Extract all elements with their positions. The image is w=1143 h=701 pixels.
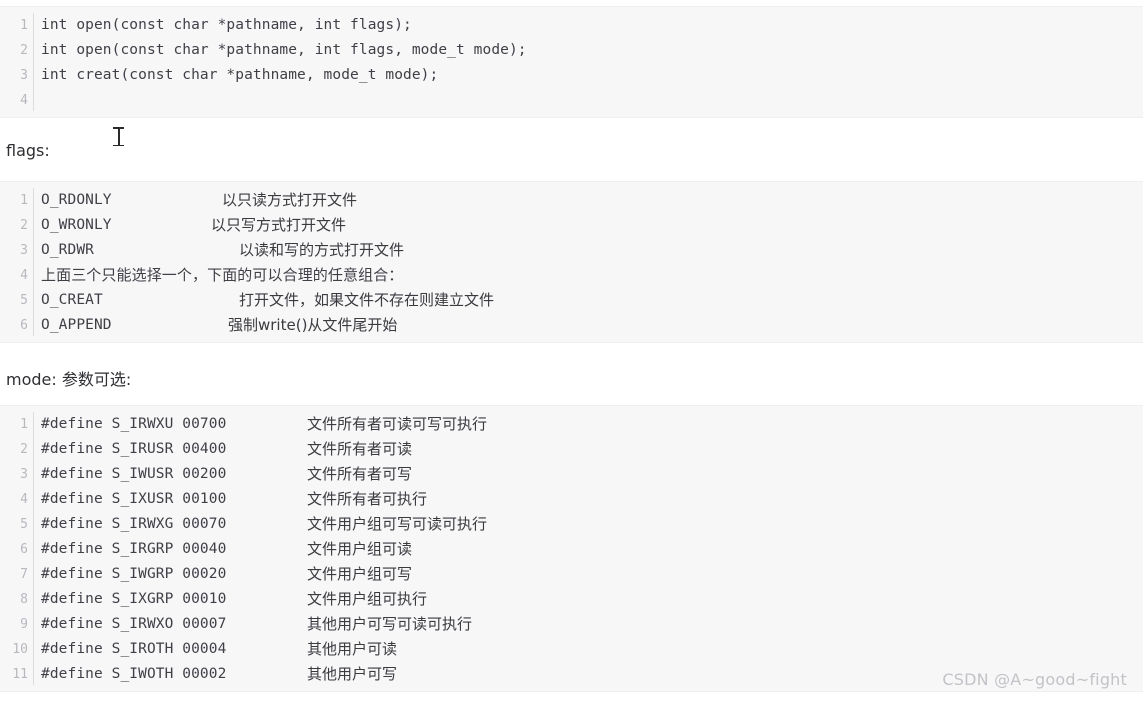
code-line: 5 #define S_IRWXG 00070 文件用户组可写可读可执行 [0,512,1143,537]
code-line: 6 O_APPEND 强制write()从文件尾开始 [0,313,1143,338]
code-line: 3 #define S_IWUSR 00200 文件所有者可写 [0,462,1143,487]
line-number: 3 [20,467,28,482]
code-line: 4 #define S_IXUSR 00100 文件所有者可执行 [0,487,1143,512]
code-text: #define S_IRWXG 00070 [41,516,227,532]
code-text: int open(const char *pathname, int flags… [41,17,412,33]
line-number: 2 [20,442,28,457]
code-description: 以只写方式打开文件 [211,216,347,234]
code-text: int open(const char *pathname, int flags… [41,42,527,58]
code-text: #define S_IXGRP 00010 [41,591,227,607]
code-text: O_WRONLY [41,217,112,233]
code-line: 2 int open(const char *pathname, int flag… [0,38,1143,63]
watermark: CSDN @A~good~fight [942,670,1127,689]
code-description: 文件所有者可写 [307,465,413,483]
line-number: 2 [20,43,28,58]
section-label-mode: mode: 参数可选: [6,370,132,389]
line-number: 5 [20,293,28,308]
line-number: 4 [20,492,28,507]
line-number: 1 [20,417,28,432]
code-text: #define S_IRUSR 00400 [41,441,227,457]
code-text: #define S_IWOTH 00002 [41,666,227,682]
line-number: 3 [20,243,28,258]
code-description: 文件用户组可写 [307,565,413,583]
code-description: 以只读方式打开文件 [222,191,358,209]
code-text: #define S_IWUSR 00200 [41,466,227,482]
code-description: 文件用户组可执行 [307,590,428,608]
code-text: #define S_IRGRP 00040 [41,541,227,557]
code-description: 文件所有者可读可写可执行 [307,415,488,433]
code-block-mode[interactable]: 1 #define S_IRWXU 00700 文件所有者可读可写可执行 2 #defi… [0,405,1143,692]
code-line: 10 #define S_IROTH 00004 其他用户可读 [0,637,1143,662]
code-description: 其他用户可写可读可执行 [307,615,473,633]
code-line: 1 #define S_IRWXU 00700 文件所有者可读可写可执行 [0,412,1143,437]
line-number: 7 [20,567,28,582]
code-line: 9 #define S_IRWXO 00007 其他用户可写可读可执行 [0,612,1143,637]
code-description: 文件所有者可执行 [307,490,428,508]
code-description: 文件所有者可读 [307,440,413,458]
code-text: O_RDONLY [41,192,112,208]
code-text: #define S_IRWXU 00700 [41,416,227,432]
code-line: 6 #define S_IRGRP 00040 文件用户组可读 [0,537,1143,562]
code-description: 打开文件，如果文件不存在则建立文件 [239,291,495,309]
code-block-flags[interactable]: 1 O_RDONLY 以只读方式打开文件 2 O_WRONLY 以只写方式打开文件 3 O_R… [0,181,1143,343]
ibeam-cap-bottom [113,144,124,146]
code-text: O_CREAT [41,292,103,308]
code-text: O_APPEND [41,317,112,333]
code-description: 以读和写的方式打开文件 [239,241,405,259]
code-line: 5 O_CREAT 打开文件，如果文件不存在则建立文件 [0,288,1143,313]
code-description: 其他用户可读 [307,640,398,658]
code-line: 2 #define S_IRUSR 00400 文件所有者可读 [0,437,1143,462]
line-number: 4 [20,93,28,108]
line-number: 9 [20,617,28,632]
code-block-signatures[interactable]: 1 int open(const char *pathname, int flag… [0,6,1143,118]
code-line: 2 O_WRONLY 以只写方式打开文件 [0,213,1143,238]
code-line: 1 int open(const char *pathname, int flag… [0,13,1143,38]
line-number: 1 [20,18,28,33]
code-text: #define S_IWGRP 00020 [41,566,227,582]
document-page: 1 int open(const char *pathname, int flag… [0,0,1143,701]
section-label-flags: flags: [6,141,50,160]
code-line: 1 O_RDONLY 以只读方式打开文件 [0,188,1143,213]
text-ibeam-cursor [113,127,124,146]
code-description: 文件用户组可读 [307,540,413,558]
line-number: 3 [20,68,28,83]
code-line: 4 上面三个只能选择一个，下面的可以合理的任意组合： [0,263,1143,288]
code-text: #define S_IRWXO 00007 [41,616,227,632]
code-description: 文件用户组可写可读可执行 [307,515,488,533]
code-text: int creat(const char *pathname, mode_t m… [41,67,439,83]
line-number: 6 [20,542,28,557]
line-number: 5 [20,517,28,532]
line-number: 1 [20,193,28,208]
code-text: 上面三个只能选择一个，下面的可以合理的任意组合： [41,266,404,284]
line-number: 10 [12,642,28,657]
line-number: 6 [20,318,28,333]
code-text: O_RDWR [41,242,94,258]
line-number: 8 [20,592,28,607]
line-number: 4 [20,268,28,283]
code-line: 3 int creat(const char *pathname, mode_t … [0,63,1143,88]
line-number: 11 [12,667,28,682]
code-line: 4 [0,88,1143,113]
code-text: #define S_IXUSR 00100 [41,491,227,507]
code-description: 强制write()从文件尾开始 [228,316,398,334]
code-line: 3 O_RDWR 以读和写的方式打开文件 [0,238,1143,263]
code-line: 7 #define S_IWGRP 00020 文件用户组可写 [0,562,1143,587]
code-line: 8 #define S_IXGRP 00010 文件用户组可执行 [0,587,1143,612]
line-number: 2 [20,218,28,233]
ibeam-stem [118,127,120,146]
code-description: 其他用户可写 [307,665,398,683]
code-text: #define S_IROTH 00004 [41,641,227,657]
